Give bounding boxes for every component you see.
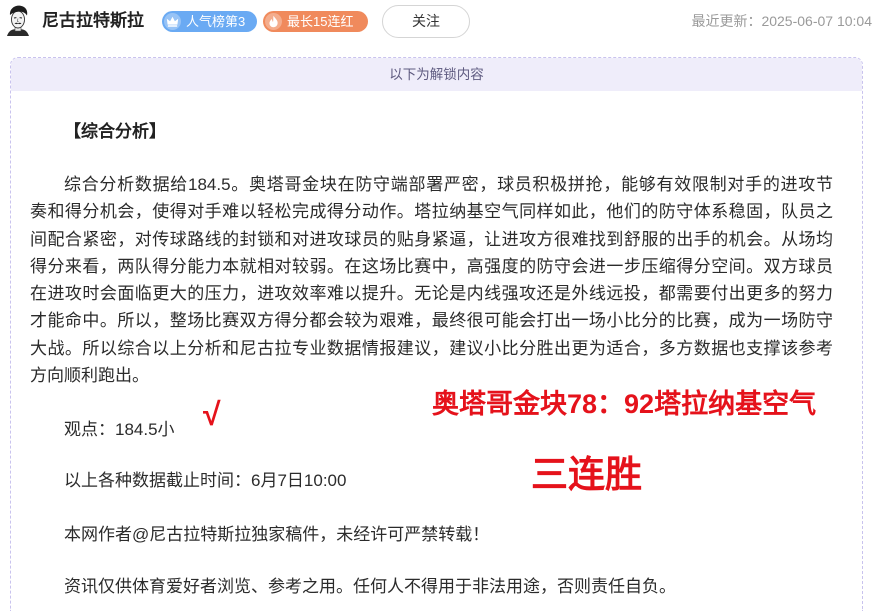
avatar[interactable]	[4, 4, 32, 36]
crown-icon	[164, 13, 181, 30]
avatar-portrait-icon	[4, 4, 32, 36]
analysis-line: 大战。所以综合以上分析和尼古拉专业数据情报建议，建议小比分胜出更为适合，多方数据…	[30, 338, 833, 358]
last-updated-time: 2025-06-07 10:04	[761, 13, 872, 29]
unlock-banner: 以下为解锁内容	[11, 58, 862, 91]
win-streak-label: 最长15连红	[287, 14, 354, 29]
flame-icon	[265, 13, 282, 30]
analysis-line: 奏和得分机会，使得对手难以轻松完成得分动作。塔拉纳基空气同样如此，他们的防守体系…	[30, 202, 833, 222]
analysis-line: 综合分析数据给184.5。奥塔哥金块在防守端部署严密，球员积极拼抢，能够有效限制…	[64, 175, 833, 194]
last-updated-label: 最近更新：	[691, 13, 762, 29]
author-name[interactable]: 尼古拉特斯拉	[42, 10, 144, 32]
win-streak-badge: 最长15连红	[263, 11, 368, 32]
copyright-notice: 本网作者@尼古拉特斯拉独家稿件，未经许可严禁转载！	[64, 525, 490, 544]
popularity-rank-badge: 人气榜第3	[162, 11, 257, 32]
data-deadline-text: 以上各种数据截止时间：6月7日10:00	[64, 471, 347, 490]
popularity-rank-label: 人气榜第3	[186, 14, 246, 29]
win-streak-overlay: 三连胜	[531, 454, 642, 495]
analysis-line: 间配合紧密，对传球路线的封锁和对进攻球员的贴身紧逼，让进攻方很难找到舒服的出手的…	[30, 229, 833, 249]
opinion-text: 观点：184.5小	[64, 420, 175, 439]
analysis-paragraph: 综合分析数据给184.5。奥塔哥金块在防守端部署严密，球员积极拼抢，能够有效限制…	[30, 171, 833, 389]
verdict-check-mark: √	[203, 396, 221, 432]
section-title: 【综合分析】	[64, 122, 166, 141]
result-score-overlay: 奥塔哥金块78：92塔拉纳基空气	[432, 389, 817, 419]
analysis-line: 才能命中。所以，整场比赛双方得分都会较为艰难，最终很可能会打出一场小比分的比赛，…	[30, 311, 833, 331]
author-header: 尼古拉特斯拉 人气榜第3 最长15连红 关注 最近更新：2025-06-07 1…	[0, 0, 881, 46]
analysis-line: 在进攻时会面临更大的压力，进攻效率难以提升。无论是内线强攻还是外线远投，都需要付…	[30, 284, 833, 304]
analysis-line: 得分来看，两队得分能力本就相对较弱。在这场比赛中，高强度的防守会进一步压缩得分空…	[30, 256, 833, 276]
last-updated: 最近更新：2025-06-07 10:04	[691, 12, 872, 30]
analysis-line: 方向顺利跑出。	[30, 366, 149, 386]
disclaimer-text: 资讯仅供体育爱好者浏览、参考之用。任何人不得用于非法用途，否则责任自负。	[64, 577, 676, 596]
follow-button[interactable]: 关注	[382, 5, 470, 38]
